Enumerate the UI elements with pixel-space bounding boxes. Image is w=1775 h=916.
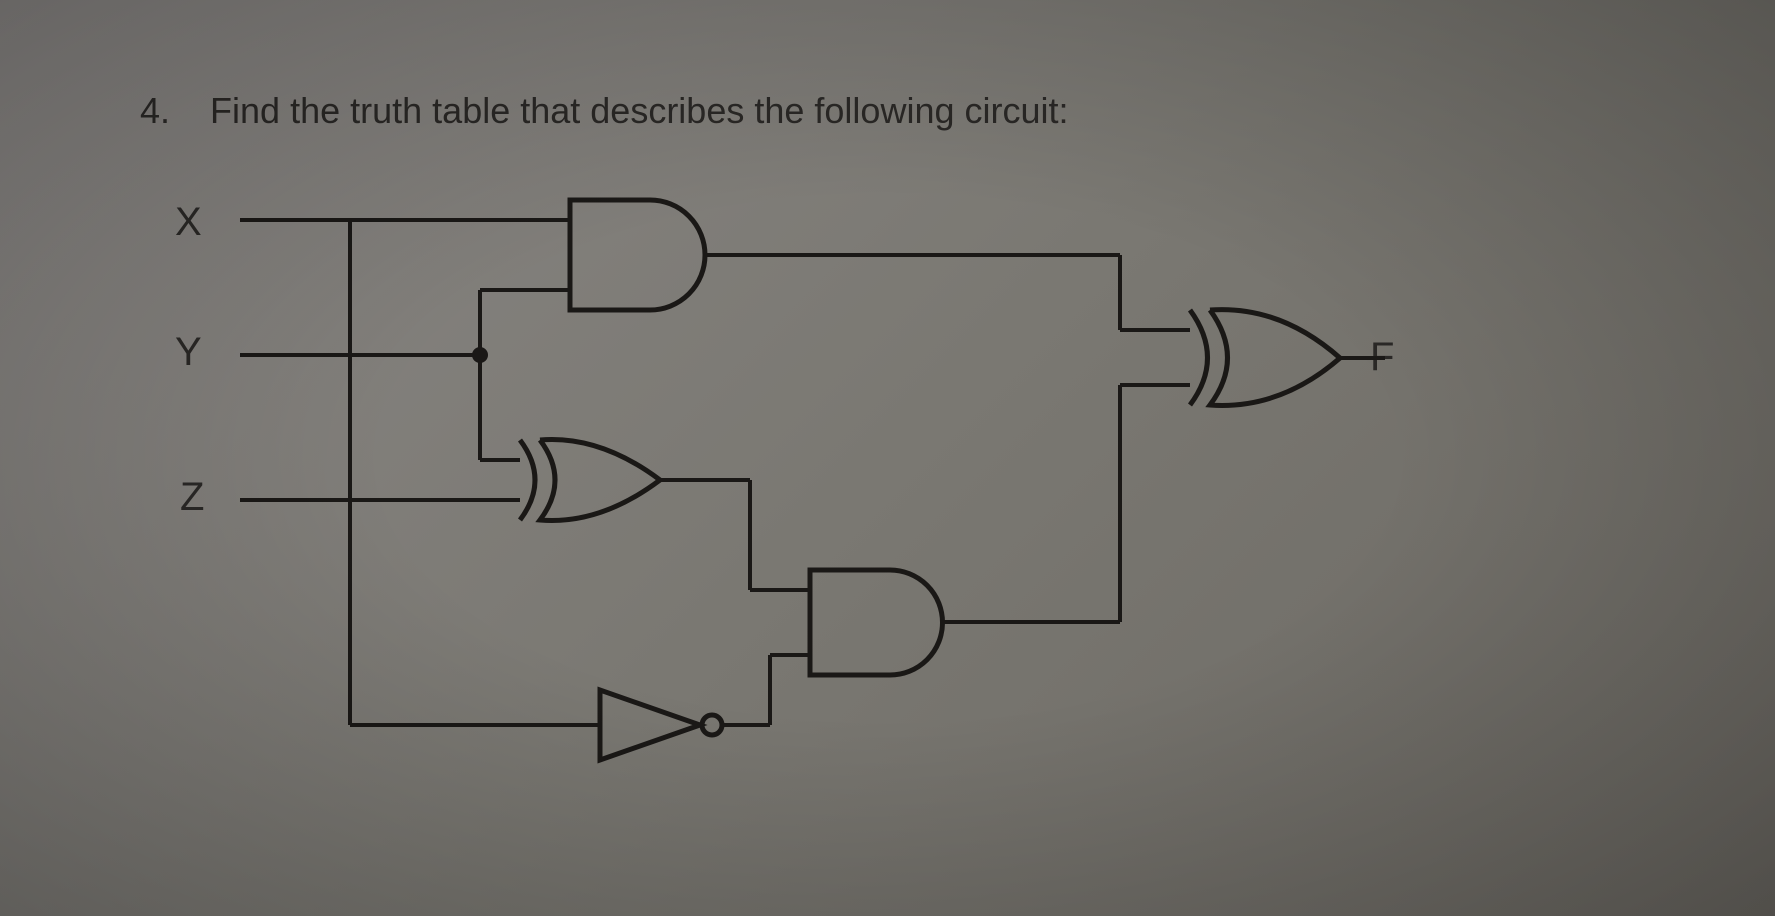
and-gate-bd <box>810 570 943 675</box>
xor-gate-final <box>1210 310 1340 406</box>
and-gate-xy <box>570 200 705 310</box>
question-text: 4. Find the truth table that describes t… <box>140 90 1069 132</box>
node-y <box>472 347 488 363</box>
not-gate-x <box>600 690 700 760</box>
question-prompt: Find the truth table that describes the … <box>210 90 1068 131</box>
xor-gate-yz <box>540 440 660 521</box>
xor-gate-yz-back <box>520 440 535 520</box>
question-number: 4. <box>140 90 170 131</box>
xor-gate-final-back <box>1190 310 1208 405</box>
circuit-diagram <box>140 170 1540 870</box>
